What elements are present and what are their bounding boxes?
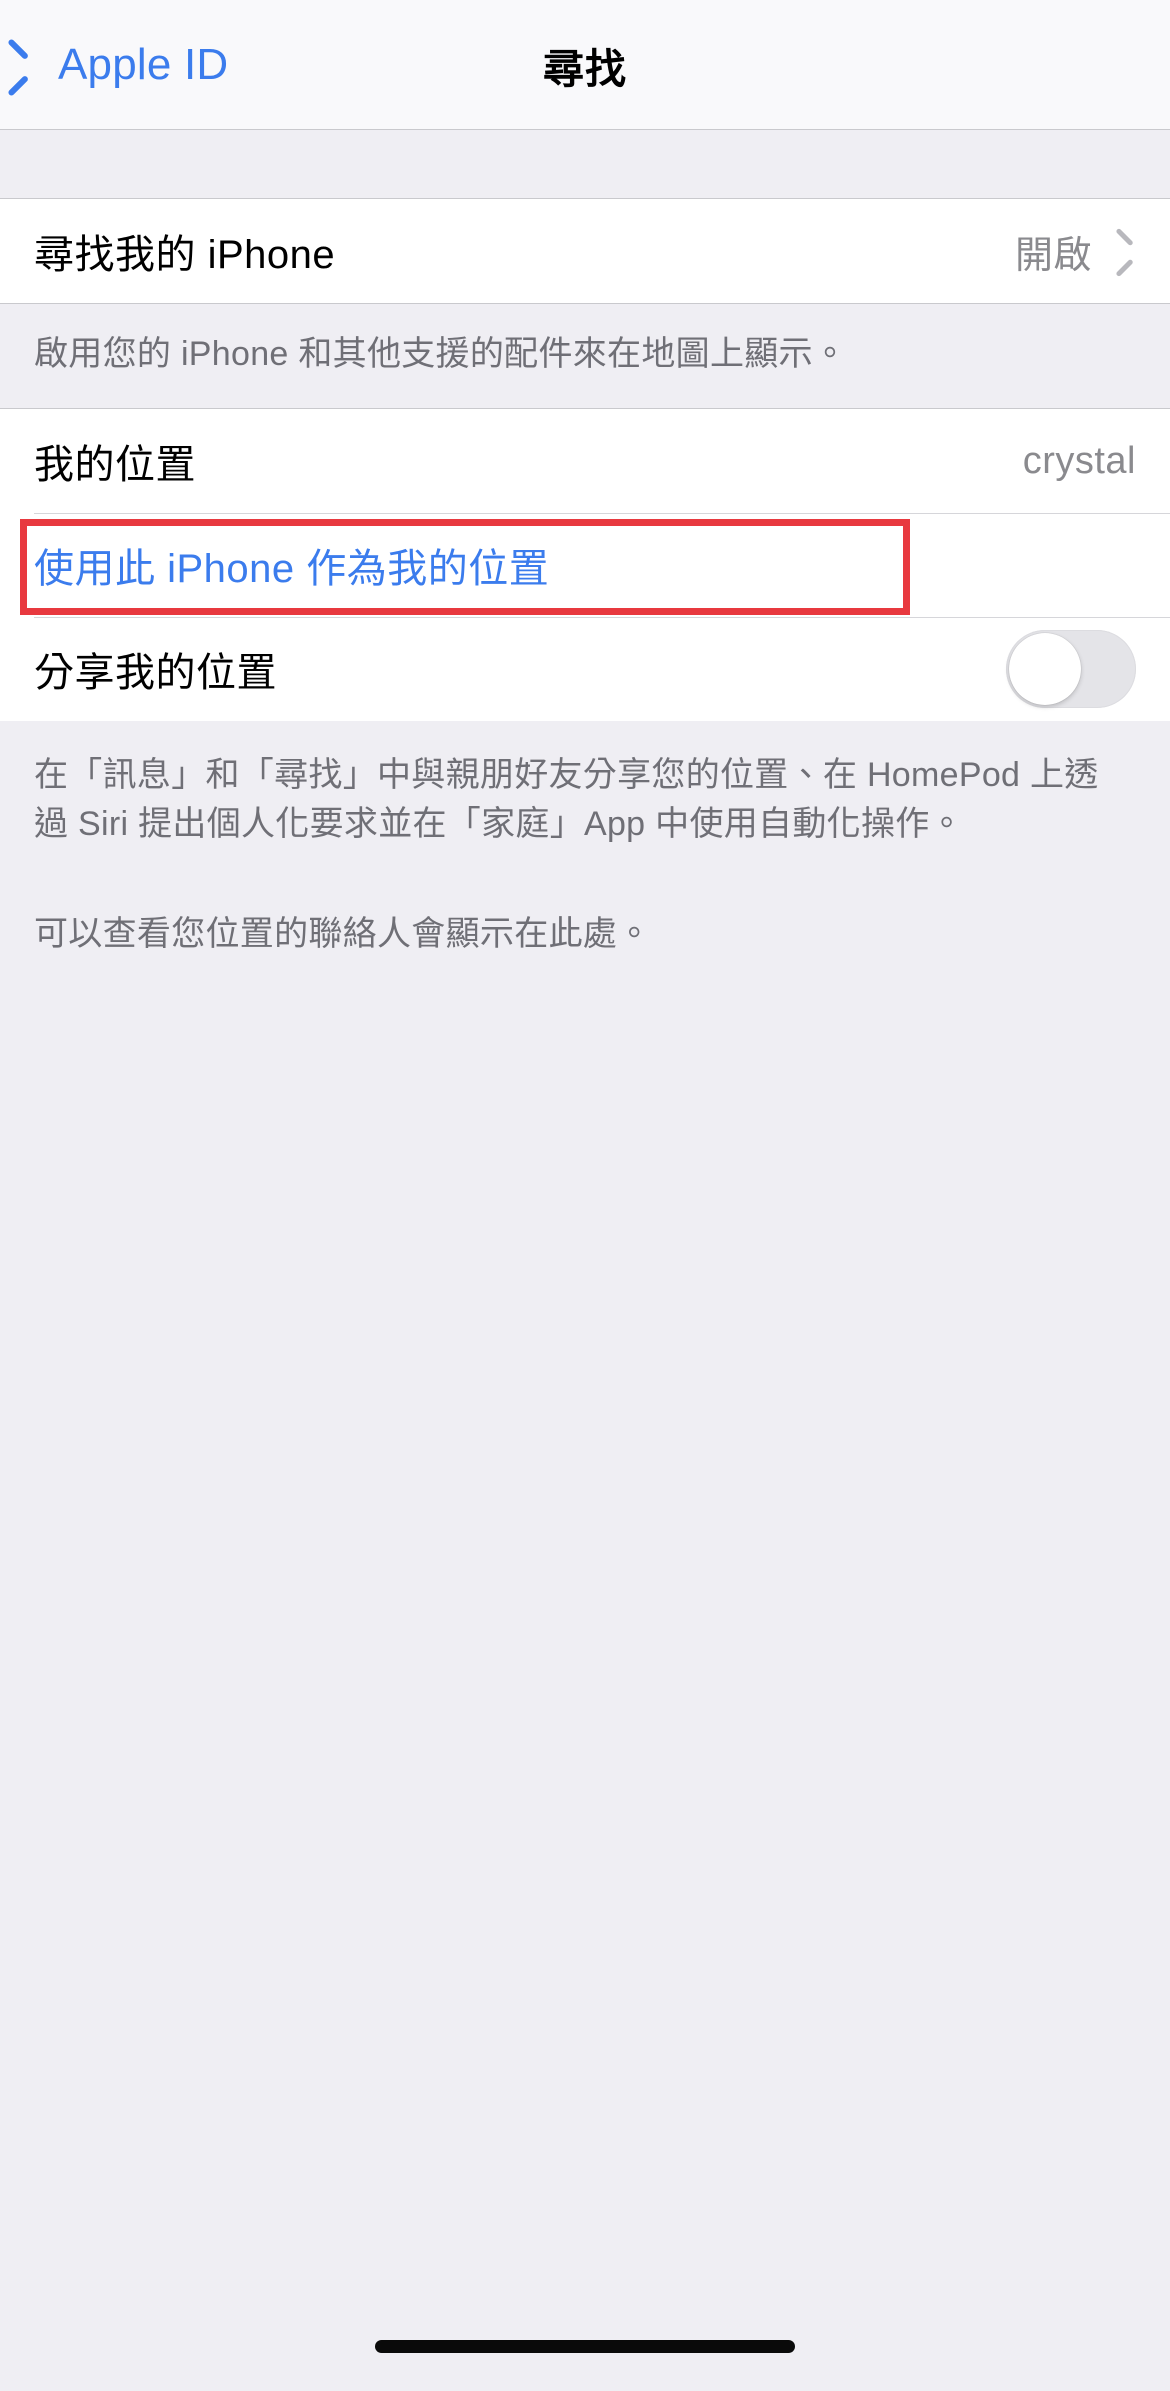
footer-note-find-my-iphone: 啟用您的 iPhone 和其他支援的配件來在地圖上顯示。 — [0, 303, 1170, 410]
section-gap-top — [0, 130, 1170, 199]
section-find-my-iphone: 尋找我的 iPhone 開啟 — [0, 199, 1170, 303]
footer-note-text: 啟用您的 iPhone 和其他支援的配件來在地圖上顯示。 — [34, 335, 848, 373]
home-indicator[interactable] — [375, 2339, 795, 2353]
footer-note-paragraph-1: 在「訊息」和「尋找」中與親朋好友分享您的位置、在 HomePod 上透過 Sir… — [34, 756, 1099, 843]
share-my-location-toggle[interactable] — [1006, 630, 1136, 709]
row-share-my-location[interactable]: 分享我的位置 — [0, 617, 1170, 722]
back-button[interactable]: Apple ID — [22, 39, 229, 89]
row-share-my-location-label: 分享我的位置 — [34, 651, 277, 696]
row-use-this-iphone-as-my-location[interactable]: 使用此 iPhone 作為我的位置 — [0, 513, 1170, 618]
empty-area — [0, 958, 1170, 2301]
screen: Apple ID 尋找 尋找我的 iPhone 開啟 啟用您的 iPhone 和… — [0, 0, 1170, 2391]
row-find-my-iphone-value: 開啟 — [1014, 234, 1092, 277]
toggle-knob — [1009, 633, 1081, 706]
navigation-bar: Apple ID 尋找 — [0, 0, 1170, 130]
section-my-location: 我的位置 crystal 使用此 iPhone 作為我的位置 分享我的位置 — [0, 409, 1170, 722]
footer-note-paragraph-2: 可以查看您位置的聯絡人會顯示在此處。 — [34, 914, 652, 953]
chevron-left-icon — [22, 45, 44, 85]
row-my-location[interactable]: 我的位置 crystal — [0, 409, 1170, 514]
row-use-this-iphone-label: 使用此 iPhone 作為我的位置 — [34, 547, 550, 592]
row-find-my-iphone[interactable]: 尋找我的 iPhone 開啟 — [0, 199, 1170, 303]
row-my-location-label: 我的位置 — [34, 443, 196, 488]
chevron-right-icon — [1118, 235, 1136, 267]
row-find-my-iphone-label: 尋找我的 iPhone — [34, 233, 336, 277]
back-button-label: Apple ID — [58, 39, 229, 89]
home-indicator-area — [0, 2301, 1170, 2391]
row-my-location-value: crystal — [1022, 439, 1136, 482]
footer-note-my-location: 在「訊息」和「尋找」中與親朋好友分享您的位置、在 HomePod 上透過 Sir… — [0, 721, 1170, 959]
